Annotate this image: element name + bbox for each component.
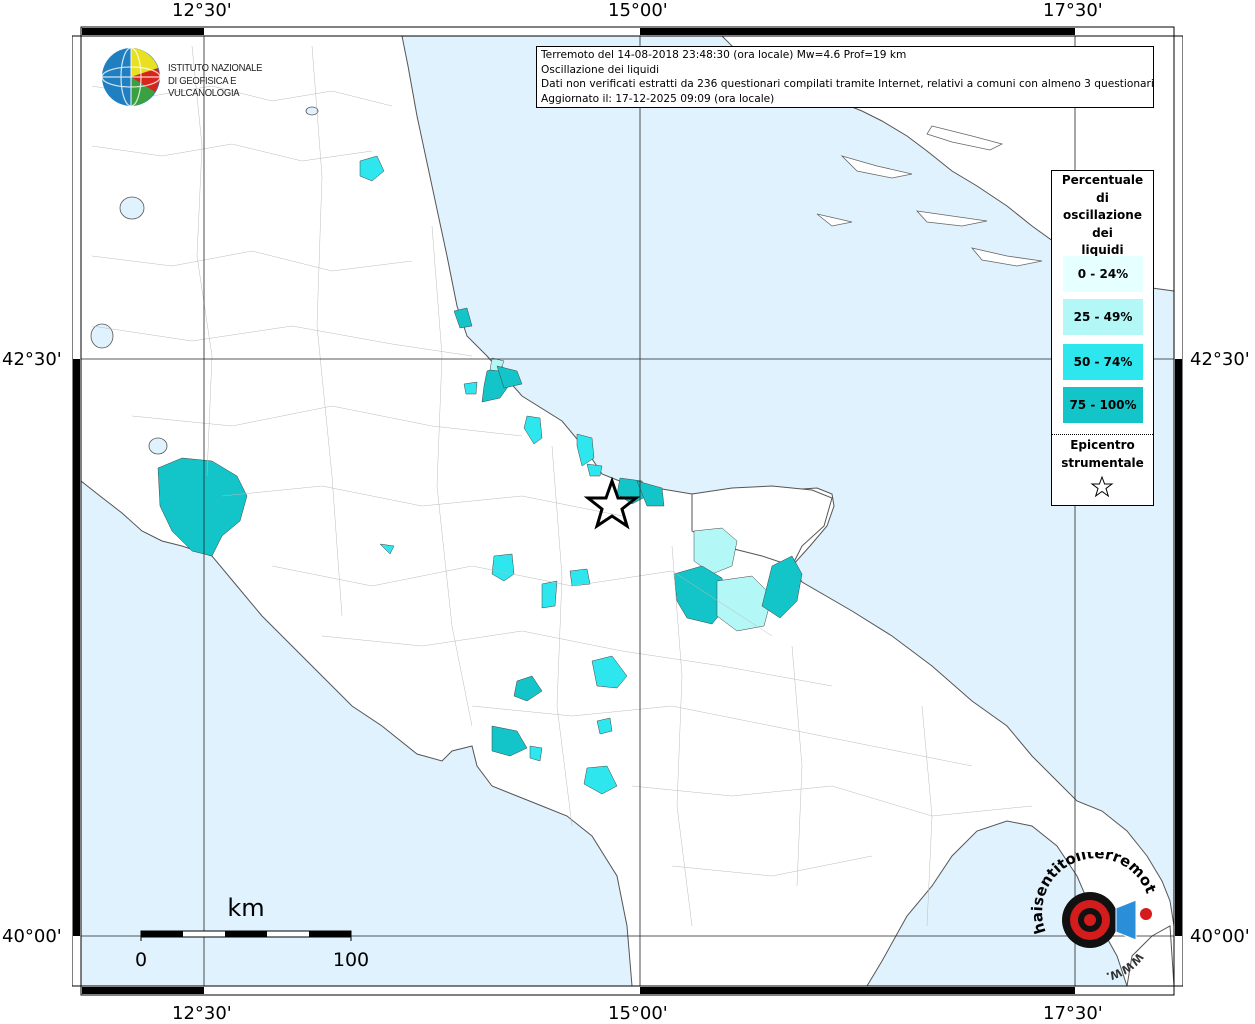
scale-unit: km — [227, 894, 264, 922]
scale-max: 100 — [333, 949, 369, 971]
lon-label-bottom-2: 15°00' — [608, 1003, 668, 1024]
legend-title-line: Percentuale — [1061, 173, 1144, 187]
hsit-logo[interactable]: haisentitoilterremoto.it WWW. — [1023, 838, 1168, 984]
legend: Percentuale di oscillazione dei liquidi … — [1051, 170, 1154, 506]
legend-title-line: oscillazione — [1063, 208, 1142, 222]
ingv-line-1: ISTITUTO NAZIONALE — [168, 62, 263, 74]
star-icon — [1090, 475, 1114, 498]
legend-class-3: 75 - 100% — [1063, 387, 1143, 423]
lat-label-right-2: 40°00' — [1190, 926, 1250, 947]
ingv-logo: ISTITUTO NAZIONALE DI GEOFISICA E VULCAN… — [100, 46, 320, 110]
legend-title-line: di — [1096, 190, 1109, 205]
lat-label-right-1: 42°30' — [1190, 349, 1250, 370]
event-title: Terremoto del 14-08-2018 23:48:30 (ora l… — [541, 49, 907, 61]
lon-label-bottom-1: 12°30' — [172, 1003, 232, 1024]
update-time: Aggiornato il: 17-12-2025 09:09 (ora loc… — [541, 92, 775, 105]
ingv-name: ISTITUTO NAZIONALE DI GEOFISICA E VULCAN… — [168, 62, 305, 100]
scale-min: 0 — [135, 949, 147, 971]
legend-separator — [1052, 434, 1153, 435]
megaphone-icon — [1062, 892, 1152, 948]
legend-class-2: 50 - 74% — [1063, 344, 1143, 380]
lon-label-top-2: 15°00' — [608, 0, 668, 21]
event-info-box: Terremoto del 14-08-2018 23:48:30 (ora l… — [536, 46, 1154, 108]
map-frame: km 0 100 — [72, 26, 1183, 996]
map-subject: Oscillazione dei liquidi — [541, 63, 660, 76]
data-note: Dati non verificati estratti da 236 ques… — [541, 78, 1153, 90]
legend-class-0: 0 - 24% — [1063, 256, 1143, 292]
legend-title-line: dei — [1092, 225, 1113, 240]
lat-label-left-1: 42°30' — [2, 349, 62, 370]
epicenter-line-2: strumentale — [1061, 455, 1144, 470]
epicenter-line-1: Epicentro — [1070, 438, 1135, 452]
hsit-url: WWW. — [1105, 950, 1146, 983]
lon-label-top-1: 12°30' — [172, 0, 232, 21]
ingv-line-2: DI GEOFISICA E VULCANOLOGIA — [168, 74, 240, 100]
lon-label-top-3: 17°30' — [1043, 0, 1103, 21]
lon-label-bottom-3: 17°30' — [1043, 1003, 1103, 1024]
lat-label-left-2: 40°00' — [2, 926, 62, 947]
legend-title: Percentuale di oscillazione dei liquidi — [1052, 172, 1153, 260]
globe-icon — [101, 47, 161, 107]
legend-epicenter-label: Epicentro strumentale — [1052, 437, 1153, 472]
legend-class-1: 25 - 49% — [1063, 299, 1143, 335]
